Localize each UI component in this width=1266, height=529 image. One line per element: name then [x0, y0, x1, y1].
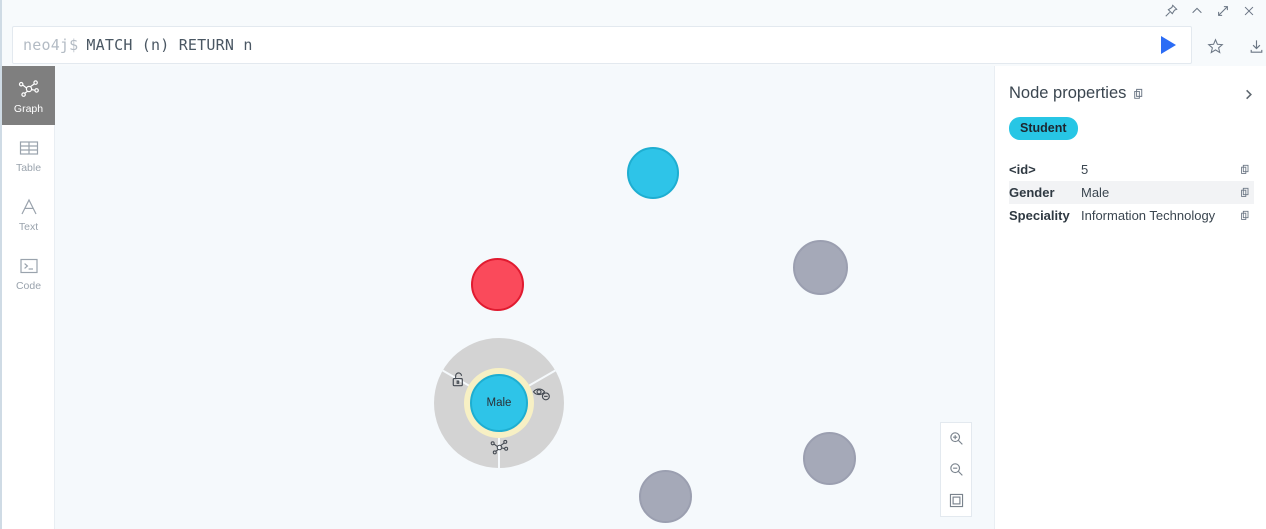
page-title: Node properties [1009, 84, 1127, 102]
graph-node[interactable] [471, 258, 524, 311]
property-value: Information Technology [1081, 208, 1216, 223]
expand-relationships-icon[interactable] [488, 436, 510, 458]
unlock-icon[interactable] [447, 368, 469, 390]
pin-icon[interactable] [1158, 1, 1184, 21]
play-icon [1160, 36, 1176, 54]
properties-header: Node properties [1009, 84, 1254, 103]
property-key: Gender [1009, 185, 1055, 200]
table-icon [17, 136, 41, 160]
sidebar-item-code[interactable]: Code [2, 243, 55, 302]
copy-all-icon[interactable] [1133, 88, 1145, 100]
view-sidebar: Graph Table Text Code [2, 66, 55, 529]
zoom-out-button[interactable] [941, 454, 971, 485]
close-icon[interactable] [1236, 1, 1262, 21]
chevron-up-icon[interactable] [1184, 1, 1210, 21]
sidebar-item-text[interactable]: Text [2, 184, 55, 243]
sidebar-item-graph[interactable]: Graph [2, 66, 55, 125]
text-icon [17, 195, 41, 219]
graph-node[interactable] [803, 432, 856, 485]
sidebar-item-label: Code [15, 279, 42, 292]
chevron-right-icon[interactable] [1238, 84, 1258, 104]
zoom-fit-button[interactable] [941, 485, 971, 516]
property-key: <id> [1009, 162, 1036, 177]
zoom-controls [940, 422, 972, 517]
property-row: Speciality Information Technology [1009, 204, 1254, 227]
expand-icon[interactable] [1210, 1, 1236, 21]
graph-node[interactable] [627, 147, 679, 199]
code-icon [17, 254, 41, 278]
node-label-badge[interactable]: Student [1009, 117, 1078, 140]
zoom-in-button[interactable] [941, 423, 971, 454]
query-bar: neo4j$ MATCH (n) RETURN n [2, 22, 1266, 66]
property-key: Speciality [1009, 208, 1070, 223]
copy-icon[interactable] [1236, 210, 1254, 221]
copy-icon[interactable] [1236, 187, 1254, 198]
property-row: Gender Male [1009, 181, 1254, 204]
run-query-button[interactable] [1145, 27, 1191, 63]
graph-node[interactable] [639, 470, 692, 523]
favorite-star-icon[interactable] [1204, 35, 1226, 57]
graph-icon [17, 77, 41, 101]
node-properties-panel: Node properties Student <id> 5 Gender Ma… [994, 66, 1266, 529]
node-caption: Male [486, 397, 512, 409]
query-prompt: neo4j$ [23, 36, 79, 54]
selected-graph-node[interactable]: Male [470, 374, 528, 432]
property-row: <id> 5 [1009, 158, 1254, 181]
window-titlebar [2, 0, 1266, 22]
graph-node[interactable] [793, 240, 848, 295]
property-value: 5 [1081, 162, 1089, 177]
sidebar-item-label: Table [15, 161, 42, 174]
copy-icon[interactable] [1236, 164, 1254, 175]
sidebar-item-label: Text [18, 220, 39, 233]
sidebar-item-label: Graph [13, 102, 44, 115]
property-value: Male [1081, 185, 1110, 200]
query-text: MATCH (n) RETURN n [86, 36, 253, 54]
download-icon[interactable] [1245, 35, 1266, 57]
query-input[interactable]: neo4j$ MATCH (n) RETURN n [12, 26, 1192, 64]
neo4j-browser-window: neo4j$ MATCH (n) RETURN n Graph Table Te… [0, 0, 1266, 529]
main-area: Graph Table Text Code Male Node properti… [2, 66, 1266, 529]
graph-canvas[interactable]: Male [55, 66, 994, 529]
sidebar-item-table[interactable]: Table [2, 125, 55, 184]
